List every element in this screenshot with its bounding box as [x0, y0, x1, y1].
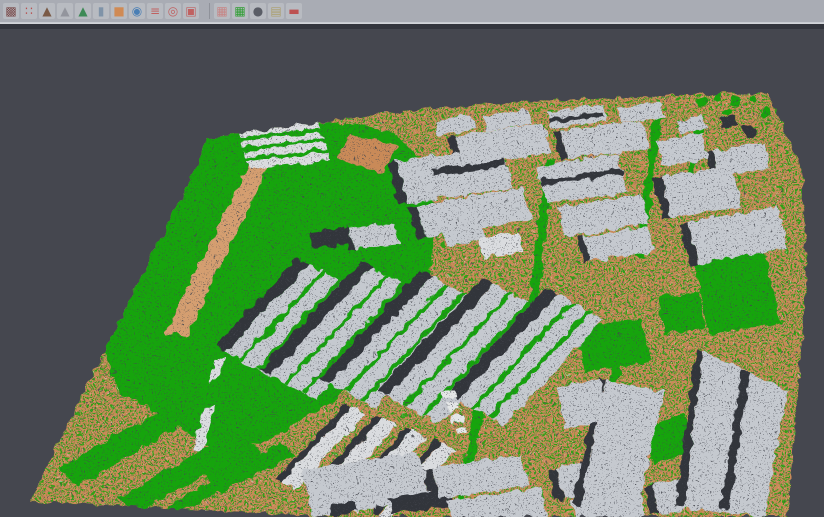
toolbar-separator [201, 3, 210, 19]
dsm-surface-icon[interactable]: ▲ [57, 3, 73, 19]
globe-view-icon[interactable]: ◉ [129, 3, 145, 19]
classification-render-icon[interactable]: ▦ [232, 3, 248, 19]
profile-view-icon[interactable]: ≡ [147, 3, 163, 19]
sphere-view-icon[interactable]: ● [250, 3, 266, 19]
zoom-extent-icon[interactable]: ▣ [183, 3, 199, 19]
grid-view-icon[interactable]: ▦ [214, 3, 230, 19]
point-cloud-scene[interactable] [0, 29, 824, 517]
orthoimage-icon[interactable]: ■ [111, 3, 127, 19]
measurement-icon[interactable]: ▤ [268, 3, 284, 19]
viewport-3d[interactable] [0, 29, 824, 517]
application-window: ▩∷▲▲▲▮■◉≡◎▣▦▦●▤▬ [0, 0, 824, 517]
tin-model-icon[interactable]: ▲ [75, 3, 91, 19]
flag-mark-icon[interactable]: ▬ [286, 3, 302, 19]
target-circle-icon[interactable]: ◎ [165, 3, 181, 19]
toolbar: ▩∷▲▲▲▮■◉≡◎▣▦▦●▤▬ [0, 0, 824, 23]
cross-section-icon[interactable]: ▮ [93, 3, 109, 19]
point-cloud-display-icon[interactable]: ▩ [3, 3, 19, 19]
dem-terrain-icon[interactable]: ▲ [39, 3, 55, 19]
display-by-class-points-icon[interactable]: ∷ [21, 3, 37, 19]
